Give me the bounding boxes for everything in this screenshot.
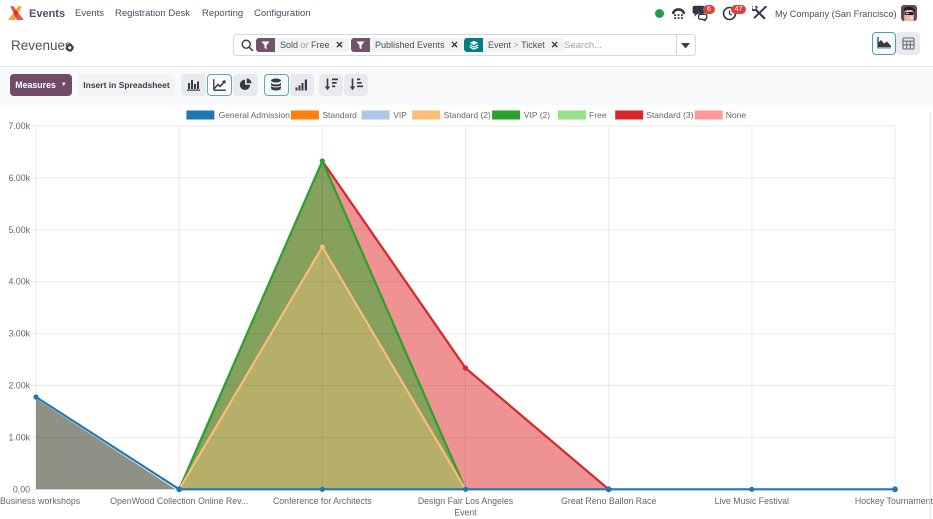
- svg-text:Event: Event: [454, 508, 477, 518]
- svg-text:7.00k: 7.00k: [8, 121, 30, 131]
- svg-text:4.00k: 4.00k: [8, 277, 30, 287]
- svg-text:Hockey Tournament: Hockey Tournament: [855, 496, 933, 506]
- svg-text:0.00: 0.00: [13, 484, 30, 494]
- svg-text:Live Music Festival: Live Music Festival: [715, 496, 789, 506]
- svg-text:1.00k: 1.00k: [8, 432, 30, 442]
- svg-text:OpenWood Collection Online Rev: OpenWood Collection Online Rev...: [110, 496, 248, 506]
- svg-text:Conference for Architects: Conference for Architects: [273, 496, 372, 506]
- svg-text:Business workshops: Business workshops: [0, 496, 81, 506]
- svg-text:5.00k: 5.00k: [8, 225, 30, 235]
- svg-text:Free: Free: [589, 110, 607, 120]
- svg-text:Design Fair Los Angeles: Design Fair Los Angeles: [418, 496, 514, 506]
- svg-text:Great Reno Ballon Race: Great Reno Ballon Race: [561, 496, 656, 506]
- svg-text:General Admission: General Admission: [219, 110, 291, 120]
- svg-text:VIP: VIP: [393, 110, 407, 120]
- svg-text:3.00k: 3.00k: [8, 329, 30, 339]
- svg-text:VIP (2): VIP (2): [524, 110, 550, 120]
- svg-text:6.00k: 6.00k: [8, 173, 30, 183]
- svg-text:2.00k: 2.00k: [8, 381, 30, 391]
- svg-text:Standard (3): Standard (3): [646, 110, 693, 120]
- svg-text:Standard: Standard: [322, 110, 357, 120]
- svg-text:None: None: [726, 110, 747, 120]
- svg-text:Standard (2): Standard (2): [444, 110, 491, 120]
